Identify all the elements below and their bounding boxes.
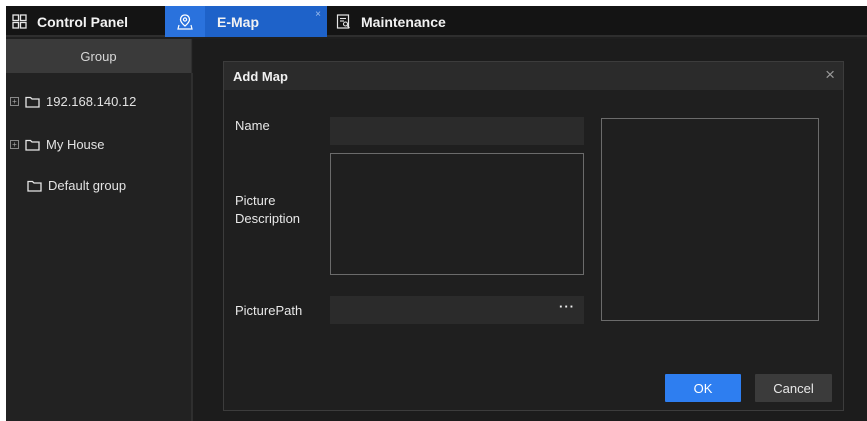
tree-item-label: 192.168.140.12 xyxy=(46,94,137,109)
grid-icon xyxy=(12,14,27,29)
maintenance-icon xyxy=(336,14,351,29)
ok-button[interactable]: OK xyxy=(665,374,741,402)
tab-control-panel-label: Control Panel xyxy=(37,13,129,30)
picture-description-label-line1: Picture xyxy=(235,193,276,208)
tab-maintenance-label: Maintenance xyxy=(361,13,446,30)
picture-description-label: Picture Description xyxy=(235,192,300,228)
tree-item-label: My House xyxy=(46,137,105,152)
tab-emap-label: E-Map xyxy=(217,13,259,30)
picture-path-input[interactable]: ··· xyxy=(330,296,584,324)
picture-description-textarea[interactable] xyxy=(330,153,584,275)
picture-preview xyxy=(601,118,819,321)
close-icon[interactable]: × xyxy=(315,9,321,20)
tab-control-panel[interactable]: Control Panel xyxy=(12,6,128,37)
tab-emap[interactable]: E-Map × xyxy=(165,6,327,37)
tree-item-my-house[interactable]: + My House xyxy=(6,137,105,152)
group-sidebar: Group + 192.168.140.12 + My House Defaul… xyxy=(6,39,196,421)
expand-icon[interactable]: + xyxy=(10,97,19,106)
tree-item-default-group[interactable]: Default group xyxy=(27,178,126,193)
tree-item-label: Default group xyxy=(48,178,127,193)
sidebar-header: Group xyxy=(6,39,191,73)
tab-maintenance[interactable]: Maintenance xyxy=(336,6,446,37)
name-input[interactable] xyxy=(330,117,584,145)
expand-icon[interactable]: + xyxy=(10,140,19,149)
folder-icon xyxy=(25,96,40,108)
folder-icon xyxy=(27,180,42,192)
cancel-button[interactable]: Cancel xyxy=(755,374,832,402)
dialog-title: Add Map xyxy=(233,69,288,84)
picture-path-label: PicturePath xyxy=(235,303,303,318)
folder-icon xyxy=(25,139,40,151)
picture-description-label-line2: Description xyxy=(235,211,301,226)
close-icon[interactable]: × xyxy=(825,65,835,85)
map-pin-icon xyxy=(165,6,205,37)
tree-item-192-168-140-12[interactable]: + 192.168.140.12 xyxy=(6,94,136,109)
name-label: Name xyxy=(235,118,270,133)
dialog-title-bar: Add Map × xyxy=(224,62,843,90)
tab-bar: Control Panel E-Map × Maintenance xyxy=(6,6,867,37)
add-map-dialog: Add Map × Name Picture Description Pictu… xyxy=(223,61,844,411)
browse-button[interactable]: ··· xyxy=(559,299,575,314)
